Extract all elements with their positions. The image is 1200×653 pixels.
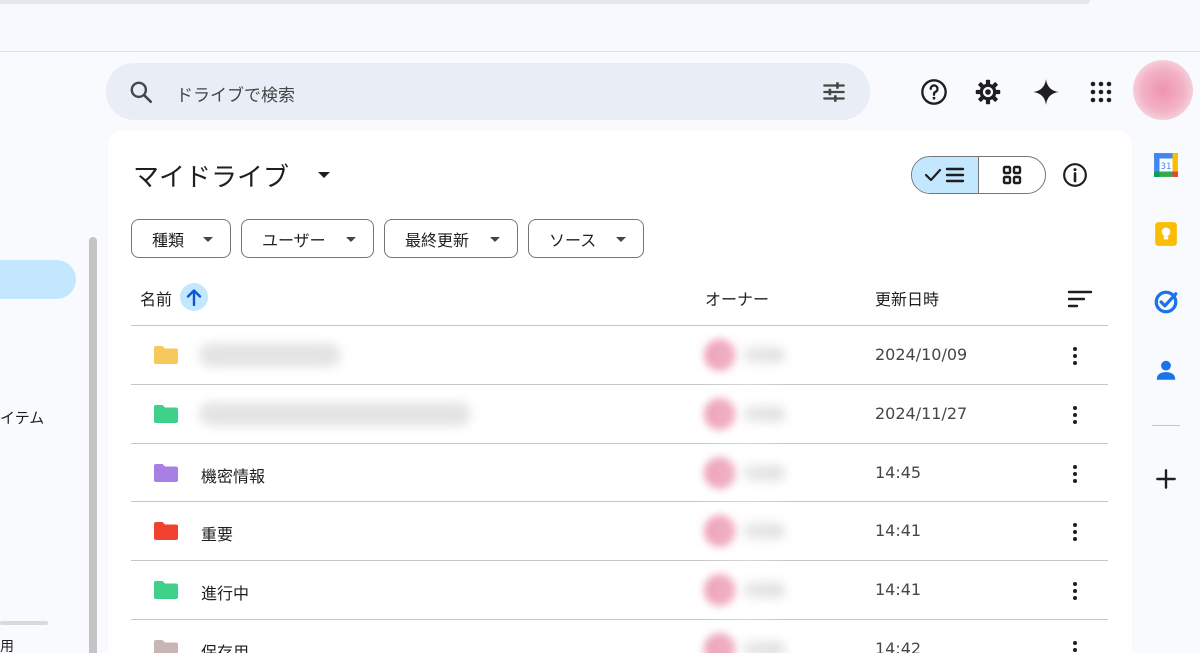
folder-icon	[154, 640, 178, 653]
calendar-icon[interactable]: 31	[1153, 152, 1179, 178]
table-row[interactable]: 保存用 14:42	[131, 620, 1108, 653]
storage-label: 用	[0, 639, 14, 653]
sort-direction-button[interactable]	[180, 283, 208, 311]
nav-item-label[interactable]: イテム	[0, 407, 44, 428]
more-vert-icon[interactable]	[1063, 638, 1087, 653]
keep-icon[interactable]	[1153, 221, 1179, 247]
table-row[interactable]: 機密情報 14:45	[131, 444, 1108, 502]
browser-bar	[0, 0, 1090, 4]
filter-chip-type[interactable]: 種類	[131, 219, 231, 258]
column-header-modified[interactable]: 更新日時	[875, 286, 939, 310]
info-icon[interactable]	[1062, 162, 1088, 188]
filter-chip-people[interactable]: ユーザー	[241, 219, 374, 258]
column-header-owner: オーナー	[705, 290, 770, 309]
table-row[interactable]: 重要 14:41	[131, 502, 1108, 560]
file-name-redacted	[199, 343, 341, 367]
chevron-down-icon	[346, 237, 356, 242]
side-panel-rail	[1142, 130, 1200, 653]
storage-bar	[0, 621, 48, 625]
file-name[interactable]: 重要	[201, 521, 233, 545]
file-name[interactable]: 進行中	[201, 580, 249, 604]
modified-date: 14:41	[875, 521, 922, 540]
folder-icon	[154, 346, 178, 364]
folder-icon	[154, 464, 178, 482]
file-name[interactable]: 保存用	[201, 639, 249, 653]
chip-label: ユーザー	[262, 230, 326, 250]
chip-label: 種類	[152, 230, 185, 250]
more-vert-icon[interactable]	[1063, 579, 1087, 603]
account-avatar[interactable]	[1133, 60, 1193, 120]
title-dropdown-icon[interactable]	[318, 172, 330, 178]
folder-icon	[154, 405, 178, 423]
table-row[interactable]: 進行中 14:41	[131, 561, 1108, 619]
browser-top-strip	[0, 0, 1200, 52]
tasks-icon[interactable]	[1153, 289, 1179, 315]
list-view-button[interactable]	[912, 157, 979, 193]
chip-label: 最終更新	[405, 230, 470, 250]
nav-scrollbar[interactable]	[89, 237, 97, 653]
sort-options-icon[interactable]	[1067, 289, 1093, 309]
rail-divider	[1152, 425, 1180, 426]
nav-item-active[interactable]	[0, 260, 76, 299]
arrow-up-icon	[186, 289, 202, 306]
modified-date: 2024/10/09	[875, 345, 968, 364]
column-header-name[interactable]: 名前	[140, 286, 172, 310]
file-name[interactable]: 機密情報	[201, 463, 265, 487]
contacts-icon[interactable]	[1153, 357, 1179, 383]
apps-grid-icon	[1090, 81, 1112, 103]
chevron-down-icon	[490, 237, 500, 242]
search-input[interactable]: ドライブで検索	[176, 81, 295, 106]
search-bar[interactable]: ドライブで検索	[106, 63, 870, 120]
file-name-redacted	[199, 402, 471, 426]
folder-icon	[154, 581, 178, 599]
settings-icon	[975, 79, 1001, 105]
modified-date: 14:41	[875, 580, 922, 599]
modified-date: 2024/11/27	[875, 404, 968, 423]
filter-chip-source[interactable]: ソース	[528, 219, 644, 258]
grid-view-button[interactable]	[979, 157, 1045, 193]
table-row[interactable]: 2024/10/09	[131, 326, 1108, 384]
more-vert-icon[interactable]	[1063, 462, 1087, 486]
more-vert-icon[interactable]	[1063, 403, 1087, 427]
calendar-day: 31	[1160, 162, 1171, 172]
chevron-down-icon	[616, 237, 626, 242]
view-toggle[interactable]	[911, 156, 1046, 194]
chevron-down-icon	[203, 237, 213, 242]
gemini-button[interactable]	[1030, 76, 1062, 108]
add-icon[interactable]	[1153, 466, 1179, 492]
page-title[interactable]: マイドライブ	[133, 157, 289, 194]
left-navigation: イテム 用	[0, 53, 98, 653]
more-vert-icon[interactable]	[1063, 520, 1087, 544]
search-icon[interactable]	[128, 79, 154, 105]
modified-date: 14:45	[875, 463, 922, 482]
settings-button[interactable]	[972, 76, 1004, 108]
filter-chip-modified[interactable]: 最終更新	[384, 219, 518, 258]
grid-view-icon	[1002, 165, 1022, 185]
table-row[interactable]: 2024/11/27	[131, 385, 1108, 443]
apps-button[interactable]	[1085, 76, 1117, 108]
more-vert-icon[interactable]	[1063, 344, 1087, 368]
check-list-icon	[924, 167, 965, 183]
help-icon	[921, 79, 947, 105]
help-button[interactable]	[918, 76, 950, 108]
chip-label: ソース	[549, 230, 597, 250]
folder-icon	[154, 522, 178, 540]
tune-icon[interactable]	[820, 79, 848, 105]
gemini-icon	[1033, 79, 1059, 105]
modified-date: 14:42	[875, 639, 922, 653]
owner-redaction-overlay	[700, 326, 790, 653]
